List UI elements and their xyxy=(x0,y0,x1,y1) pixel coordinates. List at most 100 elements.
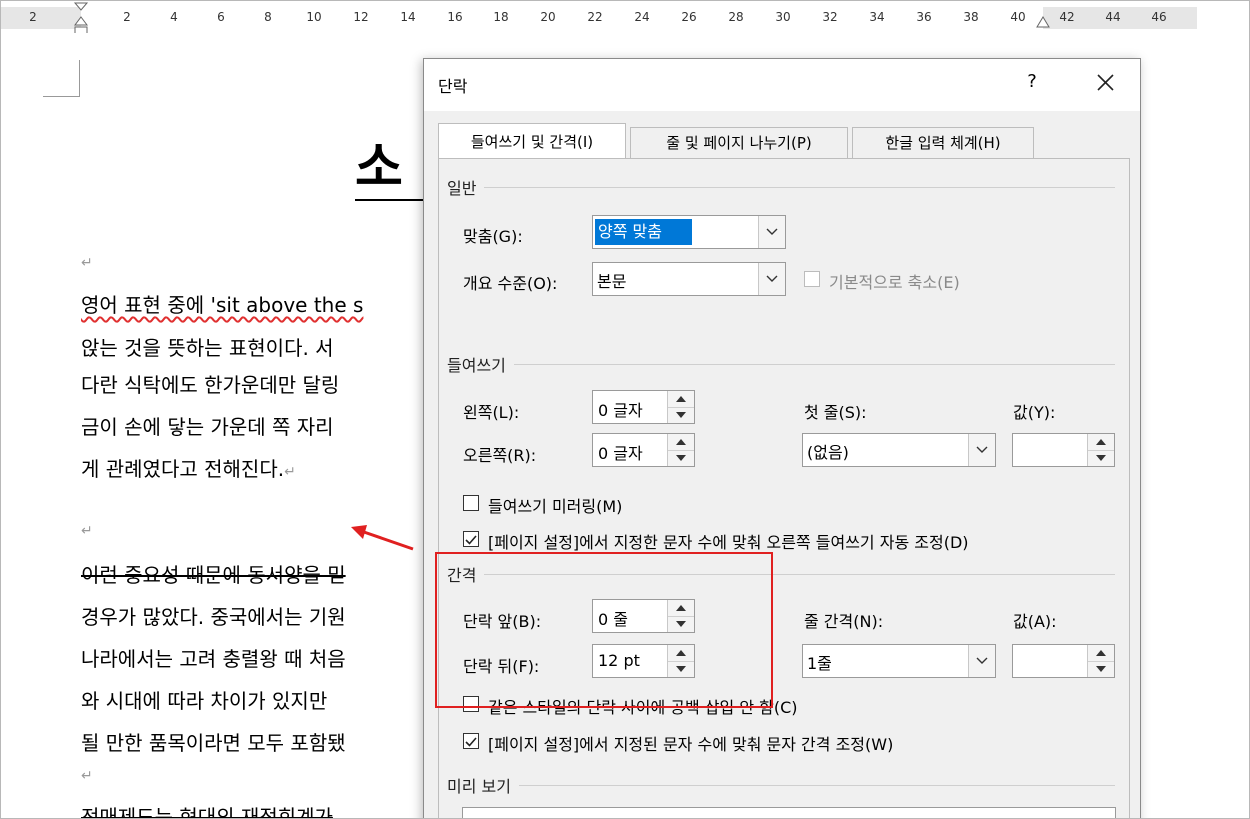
tab-indents-spacing[interactable]: 들여쓰기 및 간격(I) xyxy=(438,123,626,160)
ruler-number: 2 xyxy=(123,10,131,24)
document-line: 될 만한 품목이라면 모두 포함됐 xyxy=(81,731,346,755)
paragraph-mark: ↵ xyxy=(81,255,93,271)
line-spacing-at-spinner[interactable] xyxy=(1012,644,1115,678)
document-line: 게 관례였다고 전해진다.↵ xyxy=(81,453,296,482)
spin-up-icon[interactable] xyxy=(668,391,694,408)
alignment-dropdown[interactable]: 양쪽 맞춤 xyxy=(592,215,786,249)
line-spacing-label: 줄 간격(N): xyxy=(804,612,884,631)
left-indent-spinner[interactable]: 0 글자 xyxy=(592,390,695,424)
checkmark-icon xyxy=(465,535,477,545)
help-button[interactable]: ? xyxy=(1020,71,1044,97)
annotation-arrow-icon xyxy=(351,525,414,551)
first-line-dropdown[interactable]: (없음) xyxy=(802,433,996,467)
paragraph-mark: ↵ xyxy=(284,464,296,480)
spin-down-icon[interactable] xyxy=(668,450,694,466)
tab-line-page-breaks[interactable]: 줄 및 페이지 나누기(P) xyxy=(630,127,848,158)
chevron-down-icon[interactable] xyxy=(968,434,995,466)
spin-down-icon[interactable] xyxy=(1088,661,1114,677)
close-icon[interactable] xyxy=(1088,67,1122,99)
ruler-number: 4 xyxy=(170,10,178,24)
ruler-number: 2 xyxy=(29,10,37,24)
ruler-number: 36 xyxy=(916,10,932,24)
line-spacing-value: 1줄 xyxy=(807,654,832,673)
chevron-down-icon[interactable] xyxy=(968,645,995,677)
document-line: 금이 손에 닿는 가운데 쪽 자리 xyxy=(81,415,334,439)
ruler-number: 42 xyxy=(1059,10,1075,24)
outline-level-label: 개요 수준(O): xyxy=(463,274,558,293)
outline-level-dropdown[interactable]: 본문 xyxy=(592,262,786,296)
spinner-buttons xyxy=(1087,434,1114,466)
ruler-number: 10 xyxy=(306,10,322,24)
collapse-default-checkbox[interactable] xyxy=(804,271,820,287)
ruler-number: 8 xyxy=(264,10,272,24)
section-divider xyxy=(463,364,1115,365)
first-line-label: 첫 줄(S): xyxy=(804,403,867,422)
paragraph-mark: ↵ xyxy=(81,523,93,539)
auto-right-indent-checkbox[interactable] xyxy=(463,531,479,547)
spin-up-icon[interactable] xyxy=(668,434,694,451)
outline-level-value: 본문 xyxy=(597,272,627,291)
right-indent-value: 0 글자 xyxy=(598,444,643,463)
right-indent-marker[interactable] xyxy=(1035,13,1051,33)
snap-to-grid-label: [페이지 설정]에서 지정된 문자 수에 맞춰 문자 간격 조정(W) xyxy=(488,735,894,754)
indent-by-label: 값(Y): xyxy=(1013,403,1056,422)
ruler-number: 28 xyxy=(728,10,744,24)
ruler-number: 30 xyxy=(775,10,791,24)
horizontal-ruler[interactable]: 2 2 4 6 8 10 12 14 16 18 20 22 24 26 28 … xyxy=(1,1,1249,38)
document-line: 와 시대에 따라 차이가 있지만 xyxy=(81,689,328,713)
line-spacing-dropdown[interactable]: 1줄 xyxy=(802,644,996,678)
section-divider xyxy=(463,785,1115,786)
spin-down-icon[interactable] xyxy=(668,407,694,423)
document-line: 나라에서는 고려 충렬왕 때 처음 xyxy=(81,647,346,671)
margin-crop-mark xyxy=(43,60,80,97)
ruler-number: 34 xyxy=(869,10,885,24)
section-general: 일반 xyxy=(447,175,485,199)
left-indent-value: 0 글자 xyxy=(598,401,643,420)
ruler-number: 6 xyxy=(217,10,225,24)
ruler-number: 24 xyxy=(634,10,650,24)
document-title: 소 xyxy=(355,138,405,198)
spin-down-icon[interactable] xyxy=(1088,450,1114,466)
mirror-indents-checkbox[interactable] xyxy=(463,495,479,511)
ruler-number: 40 xyxy=(1010,10,1026,24)
ruler-number: 38 xyxy=(963,10,979,24)
document-line: 앉는 것을 뜻하는 표현이다. 서 xyxy=(81,336,334,360)
spinner-buttons xyxy=(1087,645,1114,677)
ruler-text-area xyxy=(81,7,1043,29)
spinner-buttons xyxy=(667,434,694,466)
document-line: 이런 중요성 때문에 동서양을 믿 xyxy=(81,563,346,587)
document-line: 전매제도는 현대의 재정회계가 xyxy=(81,805,333,819)
section-divider xyxy=(463,187,1115,188)
spin-up-icon[interactable] xyxy=(1088,434,1114,451)
ruler-number: 18 xyxy=(493,10,509,24)
ruler-number: 12 xyxy=(353,10,369,24)
ruler-number: 32 xyxy=(822,10,838,24)
line-spacing-at-label: 값(A): xyxy=(1013,612,1057,631)
right-indent-label: 오른쪽(R): xyxy=(463,446,537,465)
ruler-number: 44 xyxy=(1105,10,1121,24)
document-line-text: 게 관례였다고 전해진다. xyxy=(81,457,285,481)
indent-by-spinner[interactable] xyxy=(1012,433,1115,467)
document-line: 영어 표현 중에 'sit above the s xyxy=(81,293,364,317)
ruler-number: 22 xyxy=(587,10,603,24)
chevron-down-icon[interactable] xyxy=(758,263,785,295)
app-window: 2 2 4 6 8 10 12 14 16 18 20 22 24 26 28 … xyxy=(0,0,1250,819)
snap-to-grid-checkbox[interactable] xyxy=(463,733,479,749)
section-indentation: 들여쓰기 xyxy=(447,352,514,376)
spin-up-icon[interactable] xyxy=(1088,645,1114,662)
right-indent-spinner[interactable]: 0 글자 xyxy=(592,433,695,467)
spinner-buttons xyxy=(667,391,694,423)
checkmark-icon xyxy=(465,737,477,747)
annotation-highlight-box xyxy=(435,552,773,708)
chevron-down-icon[interactable] xyxy=(758,216,785,248)
section-preview: 미리 보기 xyxy=(447,773,519,797)
dialog-titlebar[interactable]: 단락 ? xyxy=(424,59,1140,111)
alignment-label: 맞춤(G): xyxy=(463,227,523,246)
ruler-number: 16 xyxy=(447,10,463,24)
ruler-number: 26 xyxy=(681,10,697,24)
tab-asian-typography[interactable]: 한글 입력 체계(H) xyxy=(852,127,1034,158)
paragraph-mark: ↵ xyxy=(81,768,93,784)
document-line: 다란 식탁에도 한가운데만 달링 xyxy=(81,373,340,397)
ruler-number: 46 xyxy=(1151,10,1167,24)
document-line: 경우가 많았다. 중국에서는 기원 xyxy=(81,605,346,629)
